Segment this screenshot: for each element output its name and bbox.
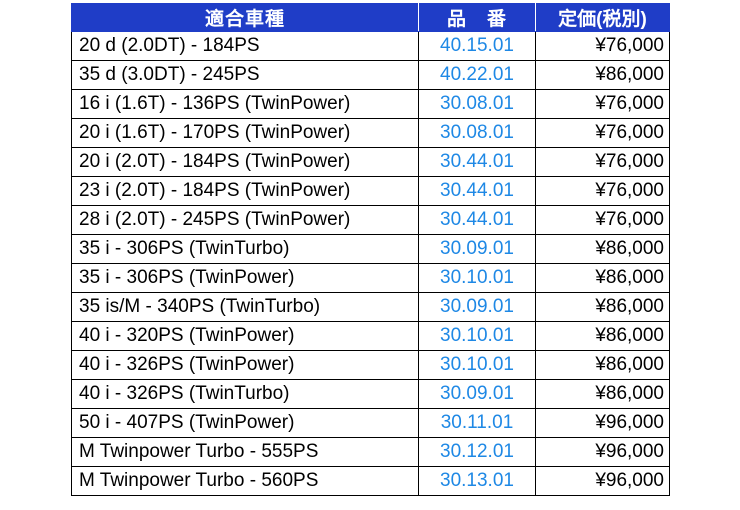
table-row: 50 i - 407PS (TwinPower) 30.11.01 ¥96,000: [71, 408, 670, 438]
price-cell: ¥86,000: [535, 263, 670, 293]
table-row: 20 d (2.0DT) - 184PS 40.15.01 ¥76,000: [71, 31, 670, 61]
model-cell: 16 i (1.6T) - 136PS (TwinPower): [71, 89, 419, 119]
part-number-cell: 30.08.01: [418, 118, 536, 148]
table-row: 28 i (2.0T) - 245PS (TwinPower) 30.44.01 ¥…: [71, 205, 670, 235]
model-cell: M Twinpower Turbo - 555PS: [71, 437, 419, 467]
table-row: 35 is/M - 340PS (TwinTurbo) 30.09.01 ¥86,0…: [71, 292, 670, 322]
part-number-cell: 30.09.01: [418, 379, 536, 409]
part-number-cell: 40.15.01: [418, 31, 536, 61]
part-number-cell: 30.09.01: [418, 234, 536, 264]
model-cell: M Twinpower Turbo - 560PS: [71, 466, 419, 496]
header-compatible-model: 適合車種: [71, 3, 419, 32]
header-part-number: 品 番: [418, 3, 536, 32]
model-cell: 40 i - 320PS (TwinPower): [71, 321, 419, 351]
table-row: 40 i - 320PS (TwinPower) 30.10.01 ¥86,000: [71, 321, 670, 351]
model-cell: 50 i - 407PS (TwinPower): [71, 408, 419, 438]
table-row: M Twinpower Turbo - 560PS 30.13.01 ¥96,000: [71, 466, 670, 496]
model-cell: 35 is/M - 340PS (TwinTurbo): [71, 292, 419, 322]
price-cell: ¥76,000: [535, 205, 670, 235]
price-cell: ¥76,000: [535, 176, 670, 206]
model-cell: 35 d (3.0DT) - 245PS: [71, 60, 419, 90]
price-table: 適合車種 品 番 定価(税別) 20 d (2.0DT) - 184PS 40.1…: [71, 3, 670, 496]
price-cell: ¥96,000: [535, 466, 670, 496]
model-cell: 28 i (2.0T) - 245PS (TwinPower): [71, 205, 419, 235]
part-number-cell: 30.44.01: [418, 176, 536, 206]
part-number-cell: 30.10.01: [418, 263, 536, 293]
table-row: 23 i (2.0T) - 184PS (TwinPower) 30.44.01 ¥…: [71, 176, 670, 206]
price-cell: ¥76,000: [535, 118, 670, 148]
part-number-cell: 30.10.01: [418, 350, 536, 380]
table-row: 35 i - 306PS (TwinPower) 30.10.01 ¥86,000: [71, 263, 670, 293]
table-row: 16 i (1.6T) - 136PS (TwinPower) 30.08.01 ¥…: [71, 89, 670, 119]
model-cell: 20 i (2.0T) - 184PS (TwinPower): [71, 147, 419, 177]
price-cell: ¥86,000: [535, 234, 670, 264]
table-row: 35 d (3.0DT) - 245PS 40.22.01 ¥86,000: [71, 60, 670, 90]
model-cell: 35 i - 306PS (TwinPower): [71, 263, 419, 293]
model-cell: 20 d (2.0DT) - 184PS: [71, 31, 419, 61]
model-cell: 23 i (2.0T) - 184PS (TwinPower): [71, 176, 419, 206]
model-cell: 40 i - 326PS (TwinTurbo): [71, 379, 419, 409]
part-number-cell: 30.09.01: [418, 292, 536, 322]
part-number-cell: 30.44.01: [418, 147, 536, 177]
price-cell: ¥76,000: [535, 31, 670, 61]
table-header: 適合車種 品 番 定価(税別): [71, 3, 670, 32]
table-row: M Twinpower Turbo - 555PS 30.12.01 ¥96,000: [71, 437, 670, 467]
part-number-cell: 30.10.01: [418, 321, 536, 351]
price-cell: ¥96,000: [535, 437, 670, 467]
part-number-cell: 30.13.01: [418, 466, 536, 496]
header-list-price: 定価(税別): [535, 3, 670, 32]
table-row: 20 i (1.6T) - 170PS (TwinPower) 30.08.01 ¥…: [71, 118, 670, 148]
price-cell: ¥86,000: [535, 292, 670, 322]
price-cell: ¥86,000: [535, 60, 670, 90]
part-number-cell: 40.22.01: [418, 60, 536, 90]
price-cell: ¥86,000: [535, 321, 670, 351]
price-cell: ¥76,000: [535, 89, 670, 119]
model-cell: 35 i - 306PS (TwinTurbo): [71, 234, 419, 264]
part-number-cell: 30.12.01: [418, 437, 536, 467]
part-number-cell: 30.44.01: [418, 205, 536, 235]
price-cell: ¥96,000: [535, 408, 670, 438]
part-number-cell: 30.11.01: [418, 408, 536, 438]
header-row: 適合車種 品 番 定価(税別): [71, 3, 670, 32]
price-cell: ¥86,000: [535, 350, 670, 380]
table-row: 40 i - 326PS (TwinPower) 30.10.01 ¥86,000: [71, 350, 670, 380]
model-cell: 40 i - 326PS (TwinPower): [71, 350, 419, 380]
table-row: 35 i - 306PS (TwinTurbo) 30.09.01 ¥86,000: [71, 234, 670, 264]
table-body: 20 d (2.0DT) - 184PS 40.15.01 ¥76,000 35 d …: [71, 31, 670, 496]
model-cell: 20 i (1.6T) - 170PS (TwinPower): [71, 118, 419, 148]
table-row: 20 i (2.0T) - 184PS (TwinPower) 30.44.01 ¥…: [71, 147, 670, 177]
table-row: 40 i - 326PS (TwinTurbo) 30.09.01 ¥86,000: [71, 379, 670, 409]
part-number-cell: 30.08.01: [418, 89, 536, 119]
price-cell: ¥76,000: [535, 147, 670, 177]
price-cell: ¥86,000: [535, 379, 670, 409]
